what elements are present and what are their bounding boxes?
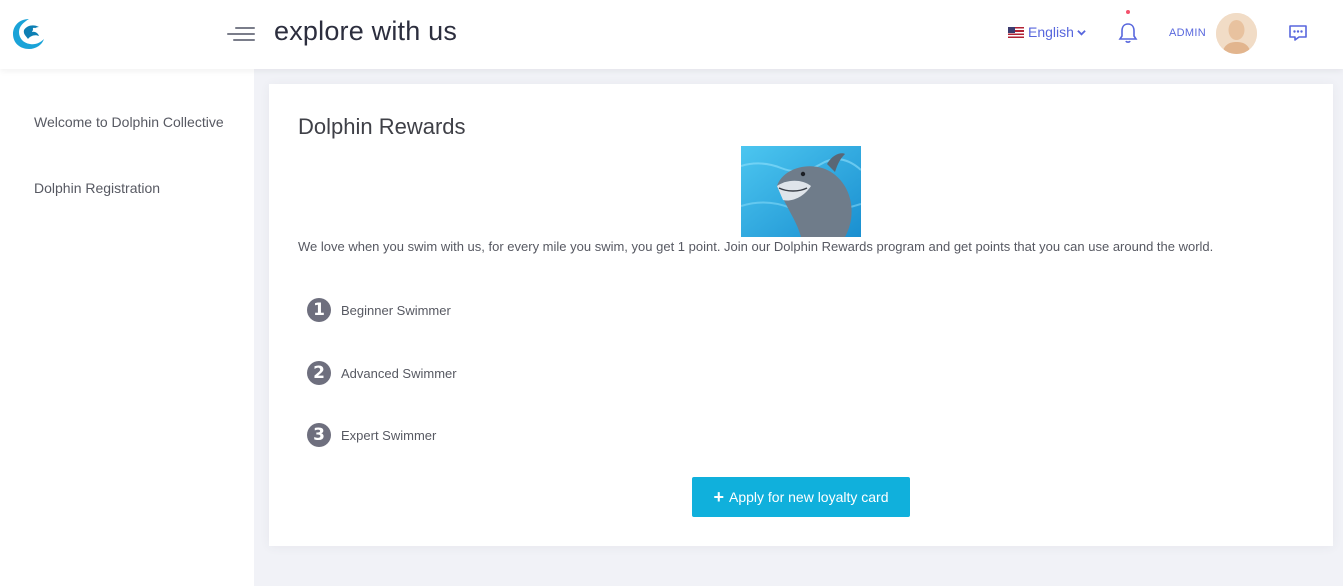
tier-label: Expert Swimmer — [341, 427, 437, 443]
tier-item: 3 Expert Swimmer — [307, 423, 436, 447]
dolphin-photo — [741, 146, 861, 237]
language-label: English — [1028, 24, 1074, 40]
dolphin-logo-icon[interactable] — [10, 16, 48, 52]
tier-number-badge: 3 — [307, 423, 331, 447]
user-name[interactable]: ADMIN — [1169, 27, 1206, 39]
top-bar: explore with us English ADMIN — [0, 0, 1343, 69]
intro-text: We love when you swim with us, for every… — [298, 239, 1214, 254]
tier-number-badge: 1 — [307, 298, 331, 322]
tier-number-badge: 2 — [307, 361, 331, 385]
avatar-icon — [1216, 13, 1257, 54]
plus-icon: + — [713, 487, 724, 507]
tier-item: 2 Advanced Swimmer — [307, 361, 457, 385]
notification-dot — [1126, 10, 1130, 14]
sidebar-item-welcome[interactable]: Welcome to Dolphin Collective — [34, 113, 234, 132]
section-title: Dolphin Rewards — [298, 114, 466, 139]
sidebar-item-registration[interactable]: Dolphin Registration — [34, 179, 234, 198]
apply-button-label: Apply for new loyalty card — [728, 489, 889, 505]
language-selector[interactable]: English — [1008, 24, 1086, 40]
us-flag-icon — [1008, 26, 1024, 38]
tier-item: 1 Beginner Swimmer — [307, 298, 451, 322]
tier-label: Beginner Swimmer — [341, 302, 451, 318]
tier-label: Advanced Swimmer — [341, 365, 457, 381]
apply-loyalty-card-button[interactable]: + Apply for new loyalty card — [692, 477, 910, 517]
chat-icon[interactable] — [1288, 23, 1308, 43]
avatar[interactable] — [1216, 13, 1257, 54]
sidebar: Welcome to Dolphin Collective Dolphin Re… — [0, 69, 254, 586]
chevron-down-icon — [1077, 29, 1086, 36]
menu-toggle-button[interactable] — [227, 25, 255, 43]
hamburger-icon — [235, 27, 255, 29]
page-title: explore with us — [274, 16, 458, 46]
rewards-card: Dolphin Rewards We love when you swim wi… — [269, 84, 1333, 546]
bell-icon[interactable] — [1118, 22, 1138, 44]
